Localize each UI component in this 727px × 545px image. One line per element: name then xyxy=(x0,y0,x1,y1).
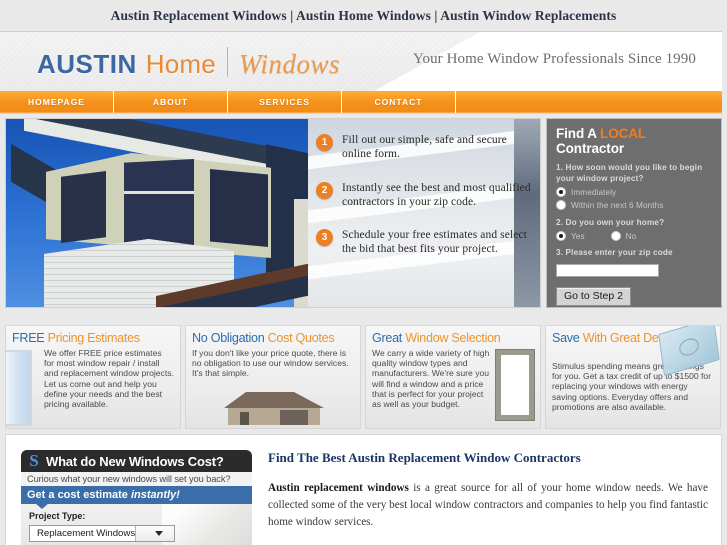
nav-item-about[interactable]: ABOUT xyxy=(114,91,228,113)
go-to-step-2-button[interactable]: Go to Step 2 xyxy=(556,287,631,306)
feature-title-part-b: Cost Quotes xyxy=(264,331,335,345)
radio-label-within-6-months[interactable]: Within the next 6 Months xyxy=(571,201,664,210)
feature-title-part-a: No Obligation xyxy=(192,331,265,345)
feature-title-part-a: Save xyxy=(552,331,580,345)
feature-title-part-b: Window Selection xyxy=(402,331,501,345)
radio-immediately[interactable] xyxy=(556,187,566,197)
calculator-cta-emphasis: instantly! xyxy=(130,489,180,501)
logo-divider xyxy=(226,47,228,77)
hero-house-photo xyxy=(6,119,308,307)
hero-step-2: 2 Instantly see the best and most qualif… xyxy=(316,181,531,209)
step-number-badge: 3 xyxy=(316,229,333,246)
main-navigation: HOMEPAGE ABOUT SERVICES CONTACT xyxy=(0,91,727,114)
radio-label-no[interactable]: No xyxy=(626,232,637,241)
article-column: Find The Best Austin Replacement Window … xyxy=(268,450,708,531)
feature-body: We carry a wide variety of high quality … xyxy=(372,348,490,410)
chevron-down-icon[interactable] xyxy=(135,526,174,541)
sideform-title-part-a: Find A xyxy=(556,126,601,141)
project-type-value: Replacement Windows xyxy=(37,528,136,539)
step-text: Schedule your free estimates and select … xyxy=(342,229,527,255)
step-text: Fill out our simple, safe and secure onl… xyxy=(342,134,507,160)
q1-option-within-6-months[interactable]: Within the next 6 Months xyxy=(556,200,712,210)
hero-step-3: 3 Schedule your free estimates and selec… xyxy=(316,228,531,256)
logo-text-austin: AUSTIN xyxy=(37,49,137,79)
dollar-logo-icon: S xyxy=(29,451,39,470)
step-number-badge: 1 xyxy=(316,134,333,151)
sideform-title: Find A LOCAL Contractor xyxy=(556,126,712,156)
logo-text-windows: Windows xyxy=(238,49,340,79)
find-local-contractor-form: Find A LOCAL Contractor 1. How soon woul… xyxy=(546,118,722,308)
calculator-title: What do New Windows Cost? xyxy=(46,453,224,469)
cost-calculator-widget: S What do New Windows Cost? Curious what… xyxy=(21,450,252,545)
article-lead-bold: Austin replacement windows xyxy=(268,482,409,494)
q2-option-no[interactable]: No xyxy=(610,231,637,241)
page-right-edge xyxy=(722,0,727,545)
page-root: Austin Replacement Windows | Austin Home… xyxy=(0,0,727,545)
radio-label-immediately[interactable]: Immediately xyxy=(571,188,616,197)
calculator-body: Project Type: Replacement Windows xyxy=(21,503,252,545)
radio-own-home-yes[interactable] xyxy=(556,231,566,241)
hero-band: 1 Fill out our simple, safe and secure o… xyxy=(0,114,727,312)
sideform-title-part-b: Contractor xyxy=(556,141,625,156)
feature-box-great-selection: Great Window Selection We carry a wide v… xyxy=(365,325,541,429)
logo-text-home: Home xyxy=(145,49,216,79)
q2-option-yes[interactable]: Yes xyxy=(556,231,585,241)
question-2-label: 2. Do you own your home? xyxy=(556,218,665,227)
radio-within-6-months[interactable] xyxy=(556,200,566,210)
feature-title: No Obligation Cost Quotes xyxy=(192,331,354,345)
nav-item-services[interactable]: SERVICES xyxy=(228,91,342,113)
article-heading: Find The Best Austin Replacement Window … xyxy=(268,450,581,465)
feature-title: Great Window Selection xyxy=(372,331,534,345)
calculator-subtitle: Curious what your new windows will set y… xyxy=(21,472,252,486)
feature-box-no-obligation: No Obligation Cost Quotes If you don't l… xyxy=(185,325,361,429)
site-header: AUSTIN Home Windows Your Home Window Pro… xyxy=(0,31,727,91)
q1-option-immediately[interactable]: Immediately xyxy=(556,187,712,197)
calculator-cta-text: Get a cost estimate xyxy=(27,489,131,501)
sideform-title-highlight: LOCAL xyxy=(600,126,646,141)
q2-options: Yes No xyxy=(556,231,712,241)
feature-body: We offer FREE price estimates for most w… xyxy=(44,348,174,410)
feature-title: FREE Pricing Estimates xyxy=(12,331,174,345)
window-frame-icon xyxy=(496,350,534,420)
nav-filler xyxy=(456,91,727,113)
feature-body: If you don't like your price quote, ther… xyxy=(192,348,349,379)
zip-code-input[interactable] xyxy=(556,264,659,277)
header-tagline: Your Home Window Professionals Since 199… xyxy=(413,51,696,67)
feature-box-free-pricing: FREE Pricing Estimates We offer FREE pri… xyxy=(5,325,181,429)
question-1-label: 1. How soon would you like to begin your… xyxy=(556,163,703,183)
feature-box-save-deals: Save With Great Deals Stimulus spending … xyxy=(545,325,721,429)
step-number-badge: 2 xyxy=(316,182,333,199)
main-content-area: S What do New Windows Cost? Curious what… xyxy=(5,434,722,545)
site-logo[interactable]: AUSTIN Home Windows xyxy=(37,43,340,80)
top-keyword-text: Austin Replacement Windows | Austin Home… xyxy=(110,7,617,23)
calculator-header: S What do New Windows Cost? xyxy=(21,450,252,472)
nav-item-homepage[interactable]: HOMEPAGE xyxy=(0,91,114,113)
top-keyword-bar: Austin Replacement Windows | Austin Home… xyxy=(0,0,727,31)
feature-title-part-a: Great xyxy=(372,331,402,345)
house-icon xyxy=(218,390,328,426)
radio-own-home-no[interactable] xyxy=(610,231,621,241)
article-lead-paragraph: Austin replacement windows is a great so… xyxy=(268,480,708,531)
question-3-label: 3. Please enter your zip code xyxy=(556,248,673,257)
step-text: Instantly see the best and most qualifie… xyxy=(342,182,531,208)
nav-item-contact[interactable]: CONTACT xyxy=(342,91,456,113)
hero-steps-list: 1 Fill out our simple, safe and secure o… xyxy=(316,131,531,270)
calculator-cta-bar: Get a cost estimate instantly! xyxy=(21,486,252,504)
project-type-label: Project Type: xyxy=(29,511,86,521)
hero-banner: 1 Fill out our simple, safe and secure o… xyxy=(5,118,541,308)
feature-boxes-row: FREE Pricing Estimates We offer FREE pri… xyxy=(5,325,722,429)
hero-step-1: 1 Fill out our simple, safe and secure o… xyxy=(316,133,531,161)
feature-title-part-b: Pricing Estimates xyxy=(44,331,141,345)
window-icon xyxy=(6,350,32,426)
project-type-select[interactable]: Replacement Windows xyxy=(29,525,175,542)
feature-title-part-a: FREE xyxy=(12,331,45,345)
radio-label-yes[interactable]: Yes xyxy=(571,232,585,241)
